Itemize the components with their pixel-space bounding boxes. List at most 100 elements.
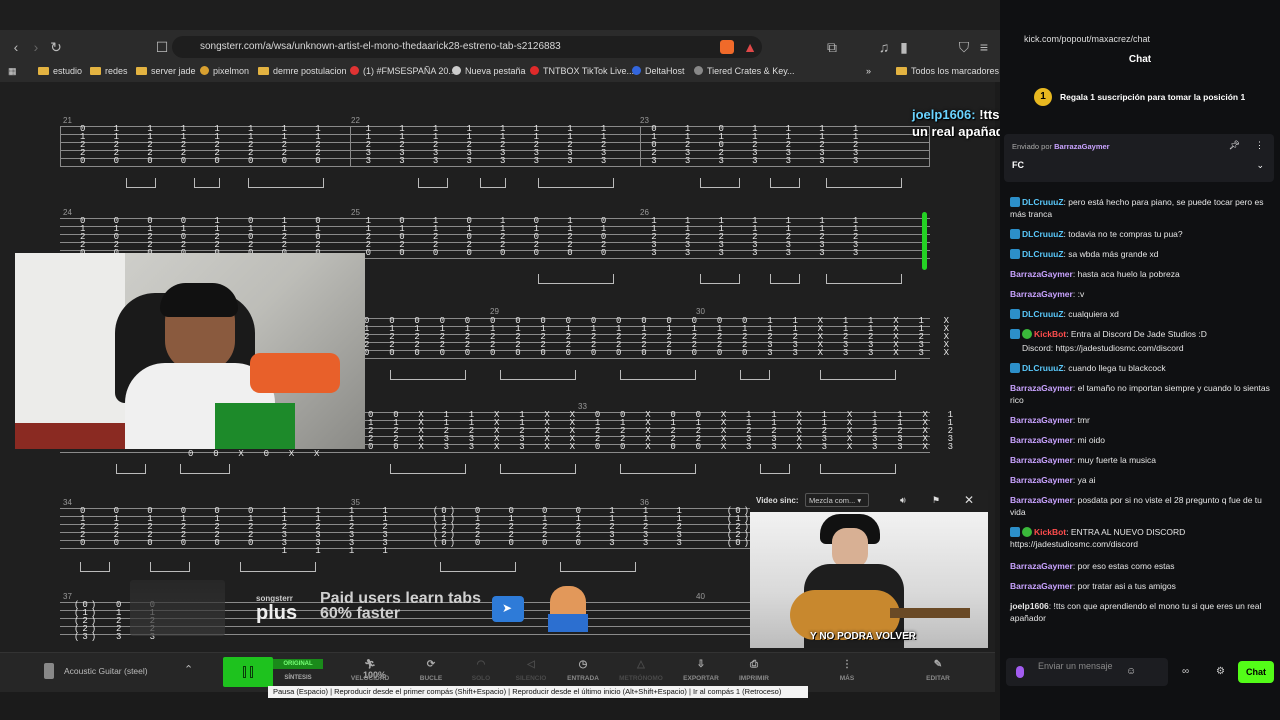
instrument-toggle-icon[interactable]: ⌃ bbox=[184, 663, 193, 676]
bookmark-nueva-pestana[interactable]: Nueva pestaña bbox=[452, 64, 526, 78]
mute-control[interactable]: ◁ SILENCIO bbox=[506, 659, 556, 682]
sub-badge-icon bbox=[1010, 229, 1020, 239]
pin-icon[interactable]: 📌︎ bbox=[1229, 140, 1240, 151]
more-bookmarks-icon[interactable]: » bbox=[866, 64, 871, 78]
extensions-icon[interactable]: ⧉ bbox=[824, 39, 840, 55]
close-icon[interactable]: ✕ bbox=[964, 493, 974, 507]
menu-icon[interactable]: ≡ bbox=[976, 39, 992, 55]
gift-sub-banner[interactable]: 1 Regala 1 suscripción para tomar la pos… bbox=[1000, 86, 1280, 108]
chat-message: BarrazaGaymer: ya ai bbox=[1010, 475, 1096, 485]
solo-control[interactable]: ◠ SOLO bbox=[456, 659, 506, 682]
sub-badge-icon bbox=[1010, 363, 1020, 373]
emote-icon[interactable]: ☺ bbox=[1126, 666, 1136, 677]
chat-message: BarrazaGaymer: posdata por si no viste e… bbox=[1010, 495, 1262, 517]
original-toggle[interactable]: ORIGINAL bbox=[273, 659, 323, 669]
points-icon[interactable]: ∞ bbox=[1182, 666, 1189, 677]
print-control[interactable]: ⎙ IMPRIMIR bbox=[729, 659, 779, 682]
guitar-icon bbox=[44, 663, 54, 679]
chat-text: sa wbda más grande xd bbox=[1068, 249, 1159, 259]
rank-icon: 1 bbox=[1034, 88, 1052, 106]
chat-text: hasta aca huelo la pobreza bbox=[1077, 269, 1180, 279]
apps-icon[interactable]: ▦ bbox=[8, 64, 17, 78]
chat-username: BarrazaGaymer bbox=[1010, 581, 1073, 591]
flag-icon[interactable]: ⚑ bbox=[932, 495, 940, 506]
brave-icon[interactable] bbox=[720, 40, 734, 54]
music-icon[interactable]: ♫ bbox=[876, 39, 892, 55]
chat-username: DLCruuuZ bbox=[1022, 309, 1064, 319]
chat-text: todavia no te compras tu pua? bbox=[1068, 229, 1183, 239]
bookmark-deltahost[interactable]: DeltaHost bbox=[632, 64, 685, 78]
shield-icon[interactable]: ⛉ bbox=[956, 39, 972, 55]
chat-text: mi oido bbox=[1077, 435, 1105, 445]
verified-badge-icon bbox=[1022, 527, 1032, 537]
sub-badge-icon bbox=[1010, 329, 1020, 339]
settings-icon[interactable]: ⚙ bbox=[1216, 666, 1225, 677]
url-field[interactable]: songsterr.com/a/wsa/unknown-artist-el-mo… bbox=[172, 36, 762, 58]
chat-message: DLCruuuZ: todavia no te compras tu pua? bbox=[1010, 228, 1270, 240]
loop-icon: ⟳ bbox=[426, 659, 436, 670]
forward-icon[interactable]: › bbox=[28, 39, 44, 55]
bar-number: 21 bbox=[63, 116, 72, 125]
chat-username: BarrazaGaymer bbox=[1010, 495, 1073, 505]
more-control[interactable]: ⋮ MÁS bbox=[822, 659, 872, 682]
ad-banner[interactable]: songsterr plus Paid users learn tabs 60% … bbox=[130, 580, 620, 638]
webcam-overlay bbox=[15, 253, 365, 449]
mic-icon[interactable] bbox=[1016, 666, 1024, 678]
export-control[interactable]: ⇩ EXPORTAR bbox=[676, 659, 726, 682]
volume-icon[interactable]: 🔊︎ bbox=[900, 495, 906, 506]
chat-text: por eso estas como estas bbox=[1077, 561, 1175, 571]
pinned-message[interactable]: Enviado por BarrazaGaymer FC 📌︎ ⋮ ⌄ bbox=[1004, 134, 1274, 182]
reload-icon[interactable]: ↻ bbox=[48, 39, 64, 55]
chat-text: :v bbox=[1077, 289, 1085, 299]
chevron-down-icon[interactable]: ⌄ bbox=[1256, 160, 1264, 171]
bar-number: 24 bbox=[63, 208, 72, 217]
chat-username: BarrazaGaymer bbox=[1010, 455, 1073, 465]
bookmark-demre[interactable]: demre postulacion bbox=[258, 64, 347, 78]
chat-text: Entra al Discord De Jade Studios :D bbox=[1070, 329, 1207, 339]
video-caption: Y NO PODRA VOLVER bbox=[810, 631, 916, 642]
chat-message: BarrazaGaymer: hasta aca huelo la pobrez… bbox=[1010, 269, 1180, 279]
sidebar-icon[interactable]: ▮ bbox=[896, 39, 912, 55]
bookmark-estudio[interactable]: estudio bbox=[38, 64, 82, 78]
ad-send-icon[interactable]: ➤ bbox=[492, 596, 524, 622]
chat-username: BarrazaGaymer bbox=[1010, 289, 1073, 299]
bookmark-tiered-crates[interactable]: Tiered Crates & Key... bbox=[694, 64, 795, 78]
back-icon[interactable]: ‹ bbox=[8, 39, 24, 55]
bar-number: 37 bbox=[63, 592, 72, 601]
chat-text: cuando llega tu blackcock bbox=[1068, 363, 1166, 373]
chat-message: DLCruuuZ: cualquiera xd bbox=[1010, 308, 1270, 320]
speed-icon: 🏃︎ 100% bbox=[363, 659, 387, 680]
pause-button[interactable] bbox=[223, 657, 273, 687]
chat-username: BarrazaGaymer bbox=[1010, 269, 1073, 279]
pinned-menu-icon[interactable]: ⋮ bbox=[1255, 140, 1264, 151]
chat-url: kick.com/popout/maxacrez/chat bbox=[1024, 34, 1151, 44]
instrument-name[interactable]: Acoustic Guitar (steel) bbox=[64, 666, 148, 676]
speed-control[interactable]: 🏃︎ 100% VELOCIDAD bbox=[345, 659, 395, 682]
bookmark-redes[interactable]: redes bbox=[90, 64, 128, 78]
chat-panel: kick.com/popout/maxacrez/chat Chat 1 Reg… bbox=[1000, 0, 1280, 720]
edit-control[interactable]: ✎ EDITAR bbox=[913, 659, 963, 682]
metronome-control[interactable]: △ METRÓNOMO bbox=[616, 659, 666, 682]
bookmark-tntbox[interactable]: TNTBOX TikTok Live... bbox=[530, 64, 634, 78]
bookmark-icon[interactable]: ☐ bbox=[154, 39, 170, 55]
all-bookmarks[interactable]: Todos los marcadores bbox=[896, 64, 999, 78]
chat-text: ya ai bbox=[1077, 475, 1096, 485]
chat-text: Discord: https://jadestudiosmc.com/disco… bbox=[1022, 343, 1184, 353]
sub-badge-icon bbox=[1010, 249, 1020, 259]
chat-username: DLCruuuZ bbox=[1022, 363, 1064, 373]
sintesis-toggle[interactable]: SÍNTESIS bbox=[273, 673, 323, 683]
chat-message: BarrazaGaymer: :v bbox=[1010, 289, 1085, 299]
chat-input[interactable]: Enviar un mensaje bbox=[1006, 658, 1168, 686]
bookmark-server-jade[interactable]: server jade bbox=[136, 64, 196, 78]
chat-username: BarrazaGaymer bbox=[1010, 475, 1073, 485]
sync-video[interactable]: Y NO PODRA VOLVER bbox=[750, 512, 988, 648]
video-sync-select[interactable]: Mezcla com... ▾ bbox=[805, 493, 869, 507]
bookmark-pixelmon[interactable]: pixelmon bbox=[200, 64, 249, 78]
count-in-control[interactable]: ◷ ENTRADA bbox=[558, 659, 608, 682]
loop-control[interactable]: ⟳ BUCLE bbox=[406, 659, 456, 682]
ad-headline: Paid users learn tabs 60% faster bbox=[320, 590, 481, 622]
chat-username: BarrazaGaymer bbox=[1010, 415, 1073, 425]
bookmark-fms[interactable]: (1) #FMSESPAÑA 20... bbox=[350, 64, 456, 78]
rewards-icon[interactable]: ▲ bbox=[742, 39, 758, 55]
chat-send-button[interactable]: Chat bbox=[1238, 661, 1274, 683]
